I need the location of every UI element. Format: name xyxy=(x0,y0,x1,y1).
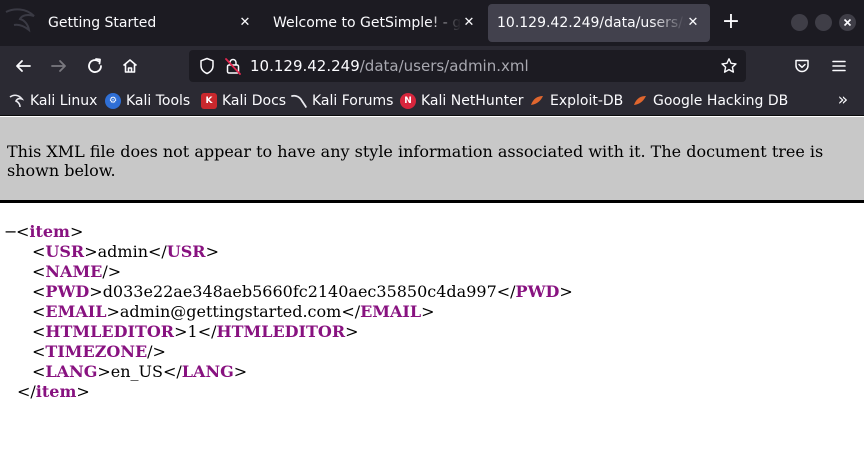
xml-value: en_US xyxy=(110,362,163,381)
xml-tag: PWD xyxy=(515,282,560,301)
bookmark-kali-docs[interactable]: K Kali Docs xyxy=(201,91,286,111)
forward-arrow-icon xyxy=(51,60,66,72)
bookmark-star-icon[interactable] xyxy=(720,57,738,75)
kali-dragon-icon xyxy=(9,94,25,108)
xml-document-tree: −<item> <USR>admin</USR> <NAME/> <PWD>d0… xyxy=(0,222,864,402)
xml-close-root: </item> xyxy=(17,382,90,401)
xml-style-notice: This XML file does not appear to have an… xyxy=(0,117,864,203)
xml-element-htmleditor: <HTMLEDITOR>1</HTMLEDITOR> xyxy=(32,322,359,341)
url-host: 10.129.42.249 xyxy=(250,57,360,75)
bookmark-google-hacking-db[interactable]: Google Hacking DB xyxy=(632,91,788,111)
xml-element-usr: <USR>admin</USR> xyxy=(32,242,220,261)
tab-label: 10.129.42.249/data/users/admin.xml xyxy=(497,15,685,31)
xml-tag: item xyxy=(35,382,77,401)
tab-label: Welcome to GetSimple! - getting xyxy=(273,15,461,31)
tab-strip: Getting Started ✕ Welcome to GetSimple! … xyxy=(0,0,864,46)
kali-forums-icon xyxy=(291,94,307,108)
back-button[interactable] xyxy=(9,52,37,80)
bookmark-label: Kali Linux xyxy=(30,93,98,109)
xml-tag: TIMEZONE xyxy=(45,342,148,361)
hamburger-menu-icon xyxy=(832,60,846,72)
app-menu-button[interactable] xyxy=(825,52,853,80)
navigation-toolbar: 10.129.42.249/data/users/admin.xml xyxy=(0,46,864,86)
kali-tools-icon: ⚙ xyxy=(105,93,121,109)
bookmark-label: Google Hacking DB xyxy=(653,93,789,109)
tab-getting-started[interactable]: Getting Started ✕ xyxy=(0,4,262,42)
xml-element-name: <NAME/> xyxy=(32,262,122,281)
url-text[interactable]: 10.129.42.249/data/users/admin.xml xyxy=(250,57,529,75)
plus-icon[interactable]: + xyxy=(718,10,744,36)
tab-welcome-getsimple[interactable]: Welcome to GetSimple! - getting ✕ xyxy=(264,4,486,42)
nethunter-icon: N xyxy=(400,93,416,109)
xml-tag: HTMLEDITOR xyxy=(45,322,175,341)
bookmark-label: Exploit-DB xyxy=(550,93,624,109)
close-window-button[interactable] xyxy=(839,14,856,31)
url-path: /data/users/admin.xml xyxy=(359,57,529,75)
bookmark-label: Kali NetHunter xyxy=(421,93,524,109)
bookmark-kali-nethunter[interactable]: N Kali NetHunter xyxy=(400,91,523,111)
insecure-lock-icon[interactable] xyxy=(224,57,242,75)
xml-value: admin@gettingstarted.com xyxy=(119,302,342,321)
xml-value: d033e22ae348aeb5660fc2140aec35850c4da997 xyxy=(102,282,497,301)
reload-button[interactable] xyxy=(81,52,109,80)
bookmark-kali-tools[interactable]: ⚙ Kali Tools xyxy=(105,91,190,111)
xml-tag: EMAIL xyxy=(360,302,422,321)
bookmarks-overflow-button[interactable]: » xyxy=(832,90,854,112)
xml-tag: PWD xyxy=(45,282,90,301)
xml-tag: LANG xyxy=(45,362,98,381)
notice-text: This XML file does not appear to have an… xyxy=(7,142,824,180)
home-button[interactable] xyxy=(116,52,144,80)
exploit-db-icon xyxy=(531,96,543,105)
bookmarks-toolbar: Kali Linux ⚙ Kali Tools K Kali Docs Kali… xyxy=(0,86,864,116)
xml-tag: LANG xyxy=(181,362,234,381)
kali-docs-icon: K xyxy=(201,93,217,109)
xml-element-lang: <LANG>en_US</LANG> xyxy=(32,362,248,381)
close-icon[interactable]: ✕ xyxy=(684,14,702,32)
bookmark-label: Kali Forums xyxy=(312,93,394,109)
tab-label: Getting Started xyxy=(48,15,157,31)
xml-value: admin xyxy=(97,242,148,261)
xml-open-root: −<item> xyxy=(4,222,84,242)
home-icon xyxy=(122,59,138,73)
xml-tag: EMAIL xyxy=(45,302,107,321)
pocket-icon xyxy=(795,59,809,73)
bookmark-label: Kali Tools xyxy=(126,93,191,109)
ghdb-icon xyxy=(634,96,646,105)
xml-tag: NAME xyxy=(45,262,103,281)
reload-icon xyxy=(88,58,102,73)
shield-icon[interactable] xyxy=(198,57,216,75)
close-icon xyxy=(843,18,852,27)
collapse-toggle[interactable]: − xyxy=(4,222,17,242)
xml-tag: USR xyxy=(45,242,85,261)
forward-button[interactable] xyxy=(45,52,73,80)
back-arrow-icon xyxy=(16,60,31,72)
bookmark-label: Kali Docs xyxy=(222,93,287,109)
xml-element-email: <EMAIL>admin@gettingstarted.com</EMAIL> xyxy=(32,302,435,321)
tab-admin-xml[interactable]: 10.129.42.249/data/users/admin.xml ✕ xyxy=(488,4,710,42)
xml-tag: HTMLEDITOR xyxy=(216,322,346,341)
close-icon[interactable]: ✕ xyxy=(460,14,478,32)
url-bar[interactable]: 10.129.42.249/data/users/admin.xml xyxy=(189,50,746,82)
minimize-button[interactable] xyxy=(791,14,808,31)
xml-element-timezone: <TIMEZONE/> xyxy=(32,342,166,361)
maximize-button[interactable] xyxy=(815,14,832,31)
bookmark-exploit-db[interactable]: Exploit-DB xyxy=(529,91,623,111)
xml-value: 1 xyxy=(187,322,198,341)
bookmark-kali-linux[interactable]: Kali Linux xyxy=(9,91,97,111)
pocket-button[interactable] xyxy=(788,52,816,80)
close-icon[interactable]: ✕ xyxy=(236,14,254,32)
xml-tag: item xyxy=(29,222,70,241)
xml-tag: USR xyxy=(166,242,206,261)
bookmark-kali-forums[interactable]: Kali Forums xyxy=(291,91,393,111)
xml-element-pwd: <PWD>d033e22ae348aeb5660fc2140aec35850c4… xyxy=(32,282,573,301)
